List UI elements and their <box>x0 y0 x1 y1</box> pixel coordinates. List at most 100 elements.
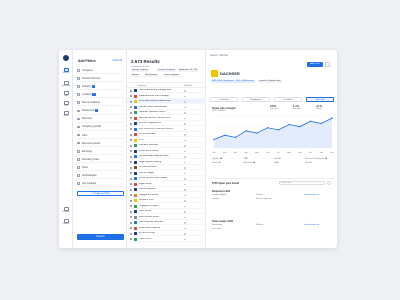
job-link[interactable]: www.dachser.com <box>304 194 319 196</box>
tab-locations[interactable]: Locations <box>274 97 302 102</box>
filter-checkbox[interactable] <box>77 85 80 88</box>
row-checkbox[interactable] <box>130 238 133 241</box>
filter-chip[interactable]: Location: Germany <box>157 69 176 73</box>
row-checkbox[interactable] <box>130 150 133 153</box>
data-point[interactable] <box>224 134 226 136</box>
result-row[interactable]: UPS Deutschland <box>127 165 206 171</box>
filter-row[interactable]: Headcount 1 ⌄ <box>77 108 124 115</box>
result-row[interactable]: Amazonken Logistics <box>127 226 206 231</box>
filter-checkbox[interactable] <box>77 150 80 153</box>
row-checkbox[interactable] <box>130 139 133 142</box>
website-link-icon[interactable] <box>184 139 186 141</box>
website-link-icon[interactable] <box>184 101 186 103</box>
filter-row[interactable]: Earnings ⌄ <box>77 148 124 155</box>
row-checkbox[interactable] <box>130 122 133 125</box>
filter-row[interactable]: Jobs ⌄ <box>77 132 124 139</box>
result-row[interactable]: WALTER GROUP Service Gmb <box>127 116 206 121</box>
result-row[interactable]: EUROGATE Group <box>127 149 206 154</box>
result-row[interactable]: Dreamershome Fine Heritage <box>127 94 206 99</box>
website-link-icon[interactable] <box>184 178 186 180</box>
result-row[interactable]: DB SCHENKER <box>127 132 206 138</box>
row-checkbox[interactable] <box>130 89 133 92</box>
filter-row[interactable]: Size (Locations) ⌄ <box>77 99 124 107</box>
filter-checkbox[interactable] <box>77 101 80 104</box>
website-link-icon[interactable] <box>184 117 186 119</box>
rail-item-settings[interactable]: Settings <box>60 206 72 217</box>
filter-row[interactable]: Company ⌄ <box>77 67 124 74</box>
filter-row[interactable]: Technologies ⌄ <box>77 172 124 180</box>
create-filter-button[interactable]: + Create new filter <box>77 191 124 196</box>
tab-open-jobs[interactable]: Open jobs <box>306 97 334 102</box>
data-point[interactable] <box>234 136 237 139</box>
row-checkbox[interactable] <box>130 172 133 175</box>
website-link-icon[interactable] <box>184 205 186 207</box>
filter-checkbox[interactable] <box>77 133 80 137</box>
filter-row[interactable]: Job postings ⌄ <box>77 180 124 188</box>
website-link-icon[interactable] <box>184 211 186 213</box>
row-checkbox[interactable] <box>130 95 133 98</box>
result-row[interactable]: TBB Infrastructure Management <box>127 88 206 94</box>
filter-row[interactable]: Company growth ⌄ <box>77 124 124 131</box>
filter-checkbox[interactable] <box>77 125 80 129</box>
add-to-list-button[interactable]: Add to list <box>307 62 323 67</box>
result-row[interactable]: Lean Logistics Germany <box>127 220 206 226</box>
jobs-search-input[interactable]: Search jobs <box>279 181 325 185</box>
filter-chip[interactable]: Industry: Logistics <box>131 69 150 73</box>
row-checkbox[interactable] <box>130 161 133 164</box>
rail-item-search[interactable]: Search <box>60 67 72 78</box>
result-row[interactable]: Thyssenkrupp Materials Servi <box>127 154 206 160</box>
filter-checkbox[interactable] <box>77 166 80 169</box>
result-row[interactable]: Hoyer GmbH <box>127 237 206 242</box>
website-link-icon[interactable] <box>184 128 186 130</box>
clear-filters-link[interactable]: Clear all <box>112 59 122 62</box>
row-checkbox[interactable] <box>130 194 133 197</box>
filter-row[interactable]: Revenue ⌄ <box>77 116 124 123</box>
result-row[interactable]: Dachser Motor Gesellschaft <box>127 105 206 110</box>
row-checkbox[interactable] <box>130 205 133 208</box>
result-row[interactable]: Hellmann Germany <box>127 143 206 149</box>
result-row[interactable]: Schmitz Cargobull AG <box>127 121 206 127</box>
data-point[interactable] <box>256 132 258 134</box>
website-link-icon[interactable] <box>184 134 186 136</box>
result-row[interactable]: Deutsche Post <box>127 198 206 204</box>
filter-row[interactable]: Industry 1 ⌄ <box>77 83 124 91</box>
filter-row[interactable]: Founding Years ⌄ <box>77 156 124 164</box>
data-point[interactable] <box>331 117 333 119</box>
result-row[interactable]: Fiege Logistik Stiftung <box>127 160 206 165</box>
result-row[interactable]: DACHSER Austria Gesellschaft <box>127 99 206 105</box>
result-row[interactable]: Hapagstrom Group <box>127 193 206 198</box>
filter-checkbox[interactable] <box>77 182 80 185</box>
website-link-icon[interactable] <box>184 216 186 218</box>
filter-checkbox[interactable] <box>77 77 80 80</box>
more-options-icon[interactable]: ⋯ <box>325 62 330 67</box>
website-link-icon[interactable] <box>184 222 186 224</box>
website-link-icon[interactable] <box>184 156 186 158</box>
filter-row[interactable]: Location 1 ⌄ <box>77 91 124 99</box>
filter-chip[interactable]: Warehousing <box>144 73 158 77</box>
row-checkbox[interactable] <box>130 166 133 169</box>
website-link-icon[interactable] <box>184 90 186 92</box>
column-website[interactable]: Website <box>184 85 192 87</box>
website-link-icon[interactable] <box>184 238 186 240</box>
row-checkbox[interactable] <box>130 216 133 219</box>
data-point[interactable] <box>245 130 247 132</box>
row-checkbox[interactable] <box>130 128 133 131</box>
filter-icon[interactable] <box>327 181 331 185</box>
website-link-icon[interactable] <box>184 194 186 196</box>
job-card[interactable]: Disponent m/f/d Kempten (Allgäu) Full-time… <box>212 190 332 216</box>
filter-chip[interactable]: Headcount: 10 - 250 <box>178 69 199 73</box>
data-point[interactable] <box>309 120 312 123</box>
rail-item-alerts[interactable]: Alerts <box>60 110 72 121</box>
result-row[interactable]: Cimon Service Gmbl Mobile <box>127 176 206 182</box>
row-checkbox[interactable] <box>130 227 133 230</box>
filter-checkbox[interactable] <box>77 117 80 121</box>
result-row[interactable]: Ascender Spedition GmbH <box>127 110 206 116</box>
website-link-icon[interactable] <box>184 172 186 174</box>
row-checkbox[interactable] <box>130 117 133 120</box>
filter-checkbox[interactable] <box>77 158 80 161</box>
result-row[interactable]: Elton Schulte GmbH <box>127 215 206 220</box>
website-link-icon[interactable] <box>184 95 186 97</box>
row-checkbox[interactable] <box>130 144 133 147</box>
result-row[interactable]: Rhenus Logistics <box>127 187 206 193</box>
website-link-icon[interactable] <box>184 167 186 169</box>
